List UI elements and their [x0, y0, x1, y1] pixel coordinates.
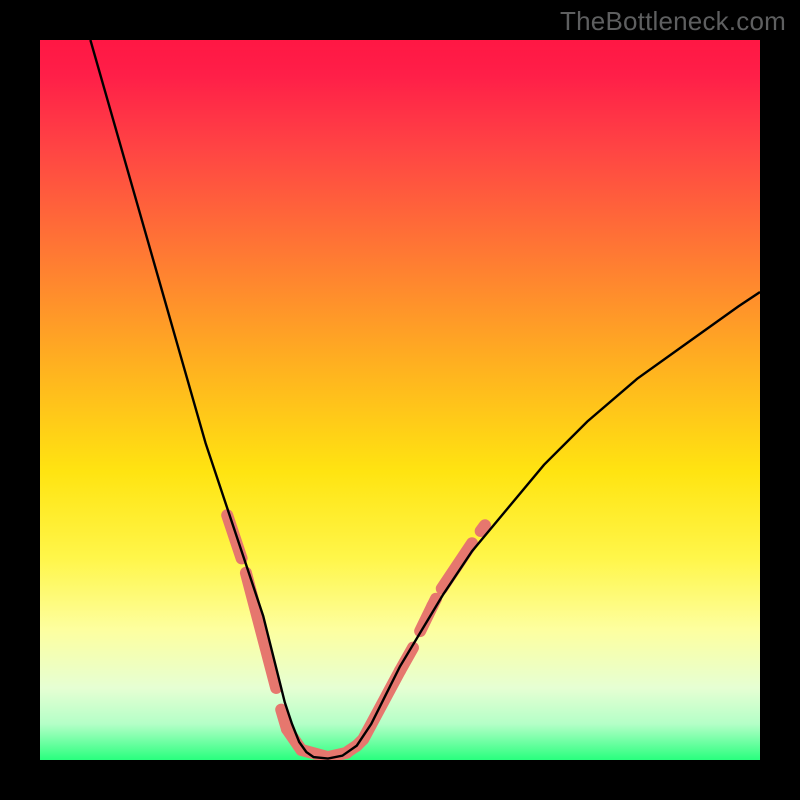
chart-svg	[40, 40, 760, 760]
plot-area	[40, 40, 760, 760]
watermark-text: TheBottleneck.com	[560, 6, 786, 37]
gradient-background	[40, 40, 760, 760]
highlight-segment	[432, 599, 436, 606]
highlight-segment	[481, 525, 485, 531]
chart-frame: TheBottleneck.com	[0, 0, 800, 800]
